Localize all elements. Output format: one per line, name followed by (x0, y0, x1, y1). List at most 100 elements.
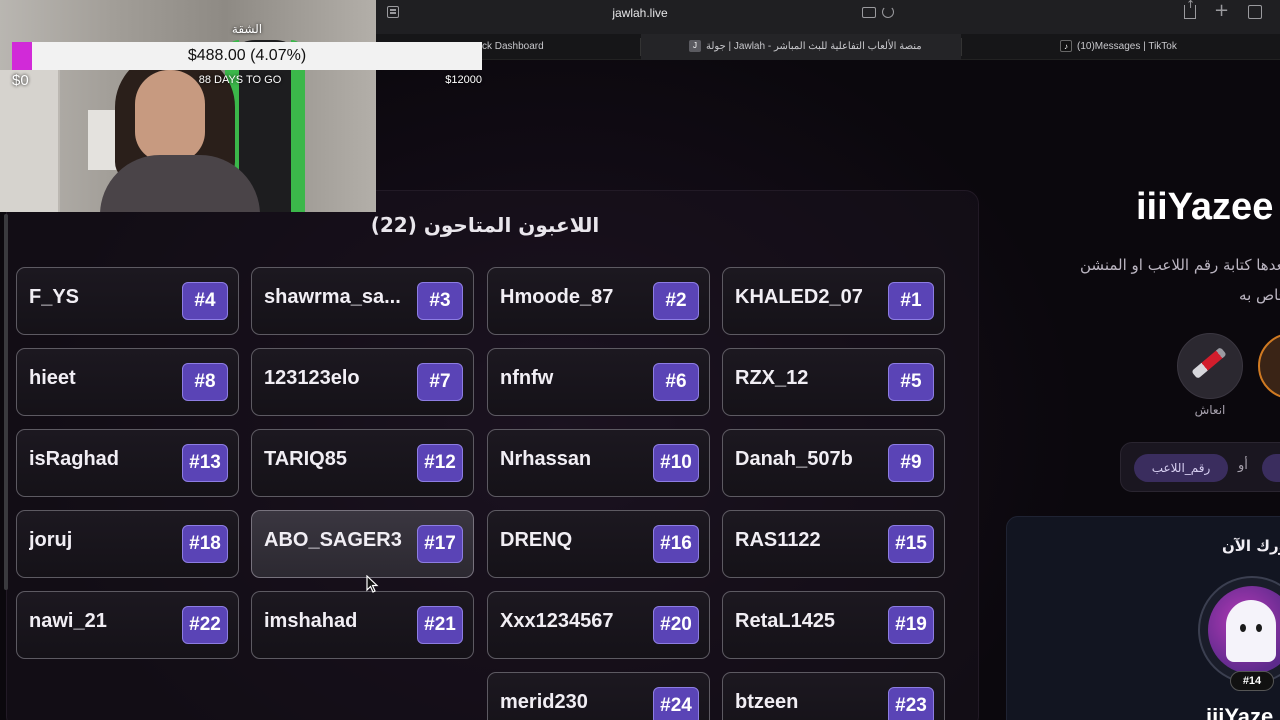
player-number-chip: رقم_اللاعب (1134, 454, 1228, 482)
player-number-badge: #22 (182, 606, 228, 644)
translate-icon[interactable] (862, 7, 876, 18)
goal-min: $0 (12, 72, 29, 89)
goal-title: الشقة (231, 22, 263, 36)
player-card[interactable]: RAS1122 #15 (722, 510, 945, 578)
player-number-badge: #19 (888, 606, 934, 644)
address-bar[interactable]: jawlah.live (560, 6, 720, 20)
player-name: Hmoode_87 (500, 286, 614, 308)
player-name: nfnfw (500, 367, 554, 389)
player-number-badge: #17 (417, 525, 463, 563)
player-name: RAS1122 (735, 529, 821, 551)
player-number-badge: #24 (653, 687, 699, 720)
player-number-badge: #21 (417, 606, 463, 644)
player-card[interactable]: isRaghad #13 (16, 429, 239, 497)
instructions-line-2: خاص به (1000, 286, 1280, 308)
player-name: imshahad (264, 610, 358, 632)
jawlah-favicon-icon: J (689, 40, 701, 53)
mouse-cursor-icon (366, 575, 379, 593)
tab-overview-icon[interactable] (1248, 5, 1262, 19)
tab-jawlah[interactable]: J جولة | Jawlah - منصة الألعاب التفاعلية … (641, 34, 961, 60)
goal-days-left: 88 DAYS TO GO (198, 74, 282, 86)
tab-label: (10)Messages | TikTok (1077, 41, 1177, 52)
player-number-badge: #8 (182, 363, 228, 401)
player-card[interactable]: hieet #8 (16, 348, 239, 416)
player-name: hieet (29, 367, 76, 389)
player-number-badge: #7 (417, 363, 463, 401)
reload-icon[interactable] (882, 6, 894, 18)
player-name: shawrma_sa... (264, 286, 401, 308)
player-name: F_YS (29, 286, 80, 308)
player-card[interactable]: 123123elo #7 (251, 348, 474, 416)
gift-label: انعاش (1194, 403, 1226, 417)
player-name: joruj (29, 529, 73, 551)
share-title-wrap: ورك الآن (1006, 537, 1280, 561)
goal-amount: $488.00 (4.07%) (187, 47, 307, 64)
player-name: ABO_SAGER3 (264, 529, 402, 551)
player-card[interactable]: RZX_12 #5 (722, 348, 945, 416)
player-name: 123123elo (264, 367, 360, 389)
player-card[interactable]: Danah_507b #9 (722, 429, 945, 497)
player-card[interactable]: ABO_SAGER3 #17 (251, 510, 474, 578)
sidebar-toggle-icon[interactable] (387, 6, 399, 18)
player-card[interactable]: RetaL1425 #19 (722, 591, 945, 659)
player-name: RetaL1425 (735, 610, 836, 632)
player-number-badge: #6 (653, 363, 699, 401)
instructions-text: خاص به (1239, 286, 1280, 304)
player-card[interactable]: DRENQ #16 (487, 510, 710, 578)
player-card[interactable]: joruj #18 (16, 510, 239, 578)
player-number-badge: #5 (888, 363, 934, 401)
share-title: ورك الآن (1221, 537, 1280, 555)
player-number-badge: #16 (653, 525, 699, 563)
player-number-badge: #20 (653, 606, 699, 644)
player-number-badge: #15 (888, 525, 934, 563)
ghost-mascot-icon (1226, 600, 1276, 662)
player-name: merid230 (500, 691, 588, 713)
screen: jawlah.live + ck Dashboard J جولة | Jawla… (0, 0, 1280, 720)
player-card[interactable]: imshahad #21 (251, 591, 474, 659)
player-number-badge: #23 (888, 687, 934, 720)
new-tab-icon[interactable]: + (1214, 1, 1229, 21)
panel-title: اللاعبون المتاحون (22) (370, 213, 600, 237)
tab-dashboard[interactable]: ck Dashboard (482, 34, 632, 60)
player-number-badge: #18 (182, 525, 228, 563)
tab-tiktok[interactable]: ♪ (10)Messages | TikTok (962, 34, 1280, 60)
player-name: DRENQ (500, 529, 573, 551)
goal-max: $12000 (445, 74, 482, 86)
player-number-badge: #12 (417, 444, 463, 482)
rank-badge: #14 (1230, 671, 1274, 691)
player-number-badge: #9 (888, 444, 934, 482)
player-card[interactable]: Hmoode_87 #2 (487, 267, 710, 335)
player-name: Danah_507b (735, 448, 853, 470)
player-number-badge: #3 (417, 282, 463, 320)
player-card[interactable]: merid230 #24 (487, 672, 710, 720)
player-number-badge: #2 (653, 282, 699, 320)
player-number-badge: #4 (182, 282, 228, 320)
player-card[interactable]: Xxx1234567 #20 (487, 591, 710, 659)
player-name: btzeen (735, 691, 799, 713)
player-number-badge: #1 (888, 282, 934, 320)
player-card[interactable]: btzeen #23 (722, 672, 945, 720)
share-icon[interactable] (1184, 0, 1196, 19)
gift-option-2[interactable] (1258, 333, 1280, 399)
player-name: TARIQ85 (264, 448, 347, 470)
player-card[interactable]: nawi_21 #22 (16, 591, 239, 659)
browser-toolbar (376, 0, 1280, 34)
scrollbar[interactable] (4, 214, 8, 590)
player-name: iiiYaze (1206, 704, 1274, 720)
instructions-line-1: بعدها كتابة رقم اللاعب او المنشن (1000, 256, 1280, 278)
player-card[interactable]: shawrma_sa... #3 (251, 267, 474, 335)
player-name: Xxx1234567 (500, 610, 614, 632)
player-card[interactable]: nfnfw #6 (487, 348, 710, 416)
tab-label: ck Dashboard (482, 41, 544, 52)
or-label: أو (1238, 458, 1248, 473)
player-name: isRaghad (29, 448, 120, 470)
player-number-badge: #10 (653, 444, 699, 482)
instructions-text: بعدها كتابة رقم اللاعب او المنشن (1080, 256, 1280, 274)
player-card[interactable]: Nrhassan #10 (487, 429, 710, 497)
player-card[interactable]: KHALED2_07 #1 (722, 267, 945, 335)
player-name: KHALED2_07 (735, 286, 863, 308)
player-card[interactable]: F_YS #4 (16, 267, 239, 335)
player-card[interactable]: TARIQ85 #12 (251, 429, 474, 497)
player-name: RZX_12 (735, 367, 809, 389)
player-name: Nrhassan (500, 448, 592, 470)
